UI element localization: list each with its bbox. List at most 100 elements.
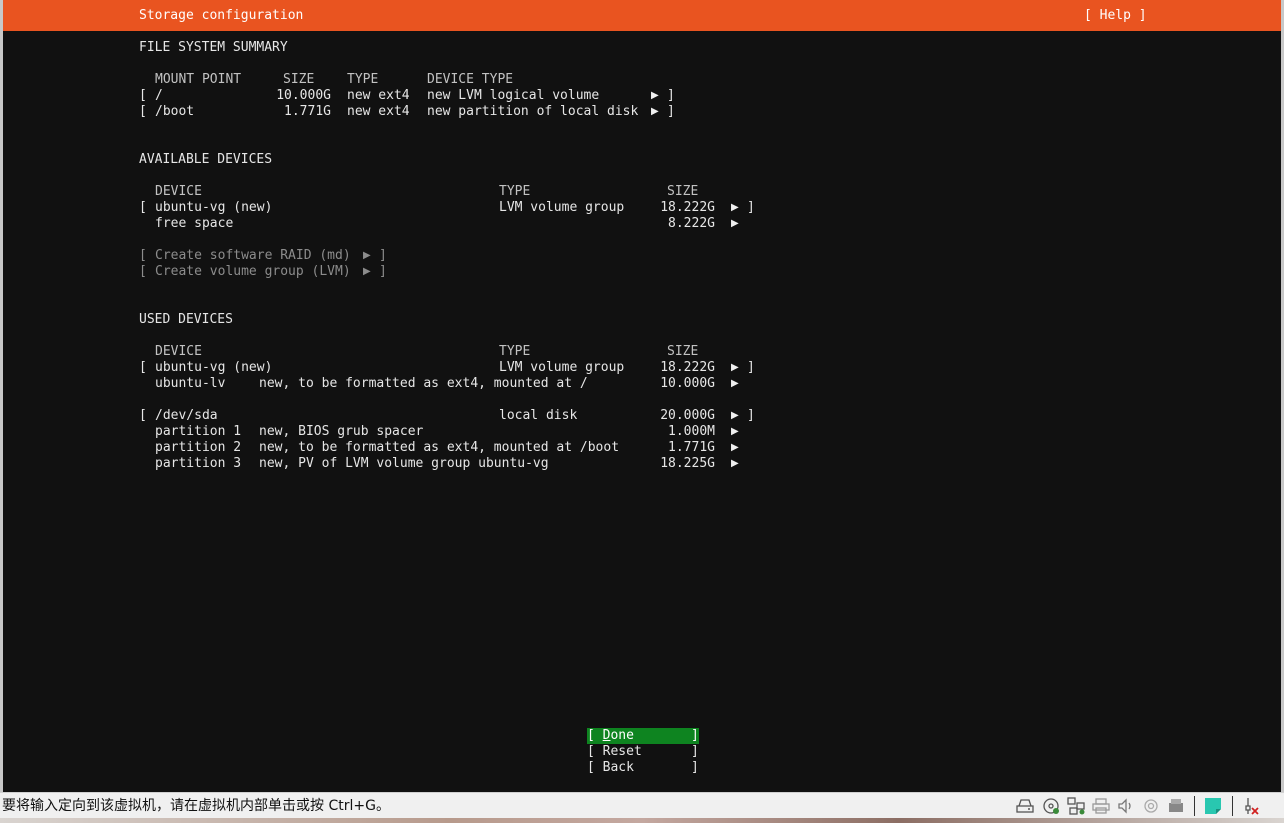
col-mount-point: MOUNT POINT — [155, 72, 242, 87]
col-type: TYPE — [347, 72, 379, 87]
device-size: 20.000G — [660, 408, 715, 423]
bracket-close: ] — [379, 248, 387, 263]
create-raid-label: Create software RAID (md) — [155, 248, 351, 263]
device-name: /dev/sda — [155, 408, 218, 423]
back-label: Back — [602, 760, 634, 775]
expand-arrow-icon: ▶ — [731, 442, 739, 453]
expand-arrow-icon: ▶ — [651, 106, 659, 117]
bracket-open: [ — [587, 760, 603, 775]
fs-summary-heading: FILE SYSTEM SUMMARY — [139, 40, 288, 55]
device-type: LVM volume group — [499, 360, 625, 375]
cd-drive-icon[interactable] — [1042, 797, 1060, 815]
device-name: partition 2 — [155, 440, 242, 455]
expand-arrow-icon: ▶ — [731, 426, 739, 437]
reset-button[interactable]: [ Reset] — [587, 744, 699, 760]
bracket-close: ] — [379, 264, 387, 279]
page-title: Storage configuration — [139, 8, 304, 23]
sound-icon[interactable] — [1117, 797, 1135, 815]
col-type: TYPE — [499, 344, 531, 359]
used-devices-heading: USED DEVICES — [139, 312, 233, 327]
bracket-close: ] — [667, 104, 675, 119]
expand-arrow-icon: ▶ — [731, 378, 739, 389]
device-size: 18.225G — [660, 456, 715, 471]
device-size: 1.771G — [668, 440, 715, 455]
expand-arrow-icon: ▶ — [363, 266, 371, 277]
col-size: SIZE — [667, 184, 699, 199]
device-type: new LVM logical volume — [427, 88, 600, 103]
help-button[interactable]: [ Help ] — [1084, 8, 1147, 24]
col-device: DEVICE — [155, 344, 202, 359]
usb-icon[interactable] — [1142, 797, 1160, 815]
device-desc: new, BIOS grub spacer — [259, 424, 424, 439]
mount-point: / — [155, 88, 163, 103]
fs-type: new ext4 — [347, 88, 410, 103]
done-label-rest: one — [610, 728, 634, 743]
device-alert-icon[interactable] — [1242, 797, 1260, 815]
bracket-open: [ — [587, 744, 603, 759]
network-icon[interactable] — [1067, 797, 1085, 815]
device-desc: new, to be formatted as ext4, mounted at… — [259, 440, 620, 455]
device-size: 1.000M — [668, 424, 715, 439]
desktop-background-strip — [0, 818, 1284, 823]
expand-arrow-icon: ▶ — [731, 202, 739, 213]
bracket-open: [ — [139, 264, 147, 279]
size: 1.771G — [284, 104, 331, 119]
expand-arrow-icon: ▶ — [651, 90, 659, 101]
reset-label: Reset — [602, 744, 642, 759]
device-type: new partition of local disk — [427, 104, 639, 119]
device-name: ubuntu-vg (new) — [155, 200, 273, 215]
device-desc: new, PV of LVM volume group ubuntu-vg — [259, 456, 549, 471]
col-device: DEVICE — [155, 184, 202, 199]
bracket-open: [ — [139, 104, 147, 119]
device-size: 10.000G — [660, 376, 715, 391]
status-message: 要将输入定向到该虚拟机，请在虚拟机内部单击或按 Ctrl+G。 — [2, 798, 390, 814]
device-size: 8.222G — [668, 216, 715, 231]
device-name: partition 3 — [155, 456, 242, 471]
size: 10.000G — [276, 88, 331, 103]
expand-arrow-icon: ▶ — [363, 250, 371, 261]
device-type: local disk — [499, 408, 578, 423]
col-device-type: DEVICE TYPE — [427, 72, 514, 87]
bracket-close: ] — [747, 360, 755, 375]
bracket-close: ] — [691, 760, 699, 775]
fs-type: new ext4 — [347, 104, 410, 119]
bracket-open: [ — [139, 88, 147, 103]
device-size: 18.222G — [660, 360, 715, 375]
bracket-close: ] — [691, 744, 699, 759]
bracket-open: [ — [139, 248, 147, 263]
hard-disk-icon[interactable] — [1016, 797, 1034, 815]
bracket-open: [ — [139, 408, 147, 423]
col-size: SIZE — [283, 72, 315, 87]
message-icon[interactable] — [1204, 797, 1222, 815]
printer-icon[interactable] — [1092, 797, 1110, 815]
expand-arrow-icon: ▶ — [731, 458, 739, 469]
expand-arrow-icon: ▶ — [731, 218, 739, 229]
done-button[interactable]: [ Done] — [587, 728, 699, 744]
vm-window: Storage configuration [ Help ] FILE SYST… — [0, 0, 1284, 792]
floppy-icon[interactable] — [1167, 797, 1185, 815]
device-name: partition 1 — [155, 424, 242, 439]
bracket-close: ] — [747, 200, 755, 215]
create-vg-label: Create volume group (LVM) — [155, 264, 351, 279]
back-button[interactable]: [ Back] — [587, 760, 699, 776]
bracket-open: [ — [139, 200, 147, 215]
expand-arrow-icon: ▶ — [731, 362, 739, 373]
expand-arrow-icon: ▶ — [731, 410, 739, 421]
tray-separator — [1194, 796, 1195, 816]
device-desc: new, to be formatted as ext4, mounted at… — [259, 376, 588, 391]
tray-separator — [1232, 796, 1233, 816]
device-name: ubuntu-vg (new) — [155, 360, 273, 375]
mount-point: /boot — [155, 104, 195, 119]
bracket-close: ] — [691, 728, 699, 743]
bracket-open: [ — [139, 360, 147, 375]
col-type: TYPE — [499, 184, 531, 199]
bracket-open: [ — [587, 728, 603, 743]
bracket-close: ] — [667, 88, 675, 103]
device-type: LVM volume group — [499, 200, 625, 215]
title-bar: Storage configuration [ Help ] — [3, 0, 1281, 31]
device-size: 18.222G — [660, 200, 715, 215]
col-size: SIZE — [667, 344, 699, 359]
bracket-close: ] — [747, 408, 755, 423]
installer-terminal[interactable]: Storage configuration [ Help ] FILE SYST… — [3, 0, 1281, 792]
device-name: free space — [155, 216, 234, 231]
